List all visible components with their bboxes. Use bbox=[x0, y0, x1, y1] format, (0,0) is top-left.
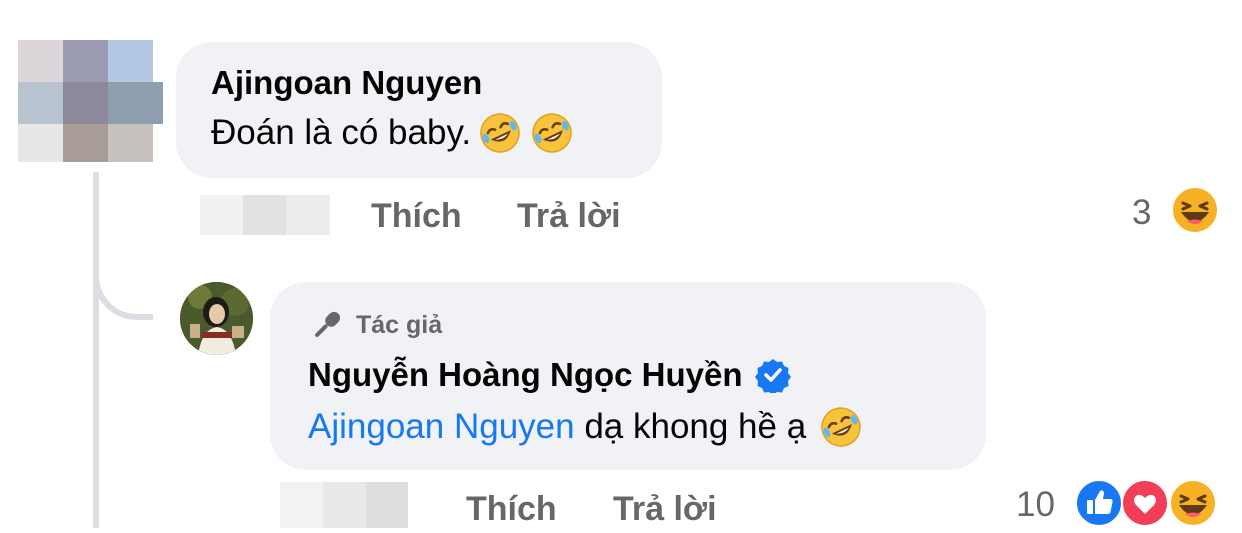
verified-badge-icon bbox=[754, 357, 791, 395]
reply-text: dạ khong hề ạ bbox=[574, 407, 807, 446]
avatar[interactable] bbox=[18, 40, 168, 165]
reply-button[interactable]: Trả lời bbox=[517, 197, 621, 236]
love-icon bbox=[1120, 478, 1170, 528]
like-button[interactable]: Thích bbox=[466, 490, 557, 529]
reaction-count[interactable]: 3 bbox=[1132, 193, 1151, 233]
reply-button[interactable]: Trả lời bbox=[613, 490, 717, 529]
haha-face-icon bbox=[1168, 478, 1218, 528]
reply-text-line: Ajingoan Nguyen dạ khong hề ạ bbox=[308, 404, 864, 450]
rofl-emoji-icon bbox=[818, 404, 864, 450]
comment-author-name[interactable]: Ajingoan Nguyen bbox=[211, 64, 482, 102]
like-button[interactable]: Thích bbox=[371, 197, 462, 236]
reply-author-name[interactable]: Nguyễn Hoàng Ngọc Huyền bbox=[308, 356, 743, 394]
mention-link[interactable]: Ajingoan Nguyen bbox=[308, 407, 575, 447]
thread-line-vertical bbox=[93, 172, 99, 528]
like-icon bbox=[1074, 478, 1124, 528]
haha-face-icon[interactable] bbox=[1170, 185, 1220, 235]
microphone-icon bbox=[308, 306, 346, 344]
reaction-count[interactable]: 10 bbox=[1016, 485, 1055, 525]
comment-timestamp-blurred bbox=[200, 195, 330, 235]
reaction-icons[interactable] bbox=[1074, 478, 1224, 528]
avatar[interactable] bbox=[180, 282, 253, 355]
comment-text-line: Đoán là có baby. bbox=[211, 110, 575, 156]
author-badge-label: Tác giả bbox=[356, 310, 443, 339]
rofl-emoji-icon bbox=[529, 110, 575, 156]
thread-line-curve bbox=[93, 250, 153, 320]
reply-timestamp-blurred bbox=[280, 482, 408, 528]
comment-text: Đoán là có baby. bbox=[211, 113, 472, 152]
author-badge: Tác giả bbox=[308, 306, 442, 344]
rofl-emoji-icon bbox=[477, 110, 523, 156]
reply-author-row: Nguyễn Hoàng Ngọc Huyền bbox=[308, 356, 791, 395]
